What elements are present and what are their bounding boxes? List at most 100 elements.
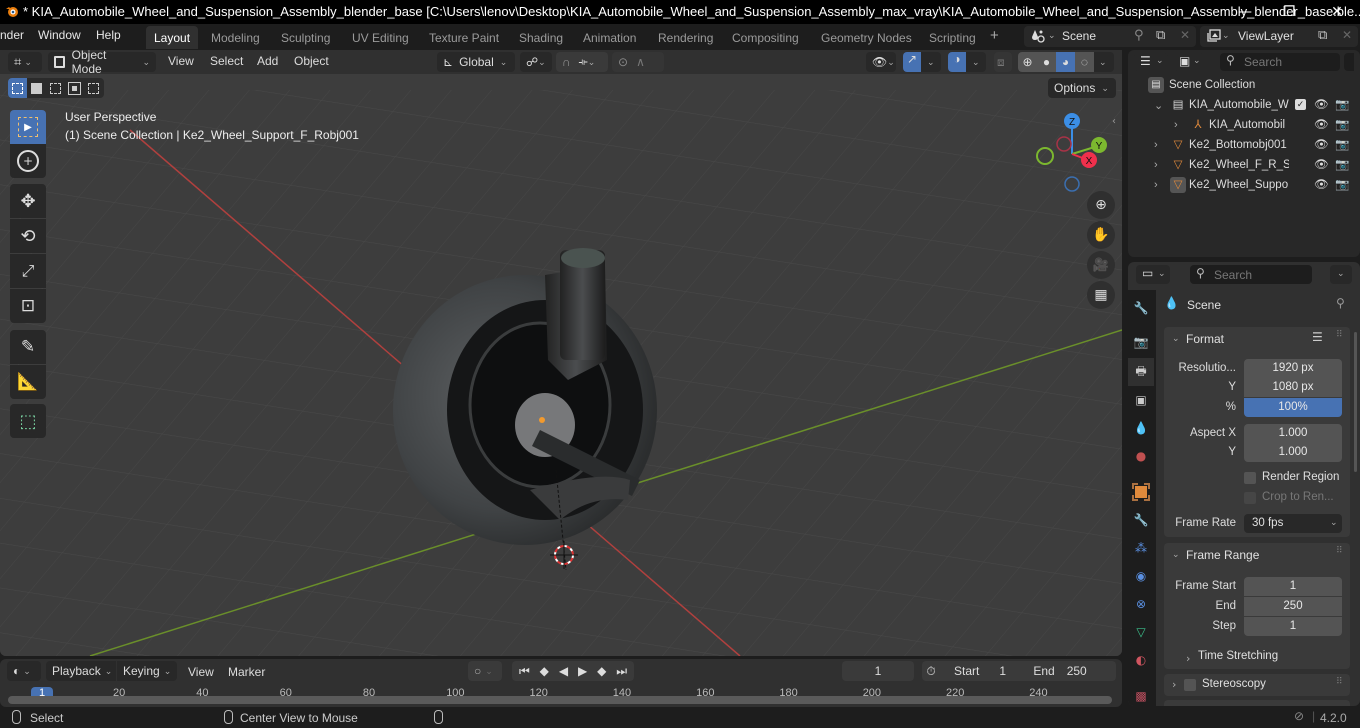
- playback-menu[interactable]: Playback ⌄: [46, 661, 116, 681]
- start-value[interactable]: 1: [999, 664, 1013, 678]
- tab-output[interactable]: 🖶: [1128, 358, 1154, 386]
- stereoscopy-checkbox[interactable]: [1184, 679, 1196, 691]
- prev-keyframe-icon[interactable]: ◆: [540, 664, 549, 678]
- render-region-checkbox[interactable]: [1244, 472, 1256, 484]
- tool-add-cube[interactable]: ⬚: [10, 404, 46, 438]
- gizmo-toggle[interactable]: ↗ ⌄: [903, 52, 941, 72]
- end-label[interactable]: End: [1033, 664, 1054, 678]
- resolution-y-field[interactable]: 1080 px: [1244, 378, 1342, 397]
- outliner-item[interactable]: › ▽ Ke2_Bottomobj001 👁 📷: [1128, 136, 1360, 156]
- solid-shading-icon[interactable]: ●: [1037, 52, 1056, 72]
- tab-tool[interactable]: 🔧: [1128, 294, 1154, 322]
- chevron-right-icon[interactable]: ›: [1174, 119, 1178, 131]
- select-extend-icon[interactable]: [27, 78, 46, 98]
- options-dropdown[interactable]: Options ⌄: [1048, 78, 1116, 98]
- menu-add[interactable]: Add: [257, 54, 278, 68]
- chevron-down-icon[interactable]: ⌄: [1172, 550, 1180, 560]
- minimize-button[interactable]: —: [1222, 0, 1268, 24]
- tab-modeling[interactable]: Modeling: [203, 26, 268, 49]
- eye-icon[interactable]: 👁: [1314, 177, 1329, 191]
- xray-toggle[interactable]: ⧈: [994, 52, 1012, 72]
- auto-keying-toggle[interactable]: ○ ⌄: [468, 661, 502, 681]
- frame-end-field[interactable]: 250: [1244, 597, 1342, 616]
- select-new-icon[interactable]: [8, 78, 27, 98]
- outliner-item[interactable]: › ▽ Ke2_Wheel_F_R_Su 👁 📷: [1128, 156, 1360, 176]
- keying-menu[interactable]: Keying ⌄: [117, 661, 177, 681]
- pivot-point-dropdown[interactable]: ☍ ⌄: [520, 52, 552, 72]
- tab-scripting[interactable]: Scripting: [921, 26, 984, 49]
- tool-annotate[interactable]: ✎: [10, 330, 46, 364]
- transform-orientation-dropdown[interactable]: ⊾ Global ⌄: [437, 52, 515, 72]
- filter-button[interactable]: [1344, 53, 1354, 71]
- visibility-dropdown[interactable]: 👁 ⌄: [866, 52, 896, 72]
- tab-particles[interactable]: ⁂: [1128, 534, 1154, 562]
- wireframe-shading-icon[interactable]: ⊕: [1018, 52, 1037, 72]
- drag-handle-icon[interactable]: ⠿: [1336, 677, 1343, 687]
- tool-select-box[interactable]: ▶: [10, 110, 46, 144]
- chevron-right-icon[interactable]: ›: [1172, 678, 1176, 691]
- tab-layout[interactable]: Layout: [146, 26, 199, 49]
- select-subtract-icon[interactable]: [46, 78, 65, 98]
- format-panel-title[interactable]: Format: [1186, 332, 1224, 346]
- drag-handle-icon[interactable]: ⠿: [1336, 330, 1343, 340]
- tab-uv-editing[interactable]: UV Editing: [344, 26, 417, 49]
- play-icon[interactable]: ▶: [578, 664, 587, 678]
- render-camera-icon[interactable]: 📷: [1335, 157, 1349, 171]
- mode-dropdown[interactable]: Object Mode ⌄: [48, 50, 156, 76]
- tab-modifiers[interactable]: 🔧: [1128, 506, 1154, 534]
- frame-rate-dropdown[interactable]: 30 fps ⌄: [1244, 514, 1342, 533]
- tab-object[interactable]: [1128, 478, 1154, 506]
- tool-scale[interactable]: ⤢: [10, 254, 46, 288]
- tab-geometry-nodes[interactable]: Geometry Nodes: [813, 26, 920, 49]
- tab-material[interactable]: ◐: [1128, 646, 1154, 674]
- resolution-percent-slider[interactable]: 100%: [1244, 398, 1342, 417]
- pin-icon[interactable]: ⚲: [1134, 28, 1144, 43]
- tab-rendering[interactable]: Rendering: [650, 26, 721, 49]
- chevron-right-icon[interactable]: ›: [1154, 179, 1158, 191]
- editor-type-button[interactable]: ⌗ ⌄: [8, 52, 42, 72]
- outliner-root[interactable]: ▤ Scene Collection: [1128, 76, 1360, 96]
- select-invert-icon[interactable]: [65, 78, 84, 98]
- chevron-right-icon[interactable]: ›: [1186, 652, 1190, 665]
- menu-render[interactable]: nder: [0, 28, 24, 42]
- drag-handle-icon[interactable]: ⠿: [1336, 546, 1343, 556]
- tab-sculpting[interactable]: Sculpting: [273, 26, 338, 49]
- zoom-button[interactable]: ⊕: [1087, 191, 1115, 219]
- menu-window[interactable]: Window: [38, 28, 81, 42]
- start-label[interactable]: Start: [954, 664, 979, 678]
- menu-view[interactable]: View: [168, 54, 194, 68]
- timeline-scrollbar[interactable]: [8, 696, 1112, 704]
- properties-search-input[interactable]: ⚲ Search: [1190, 265, 1312, 284]
- tab-world[interactable]: ●: [1128, 442, 1154, 470]
- properties-editor-type[interactable]: ▭ ⌄: [1136, 265, 1170, 284]
- tool-transform[interactable]: ⊡: [10, 289, 46, 323]
- outliner-search-input[interactable]: ⚲ Search: [1220, 53, 1340, 71]
- delete-view-layer-icon[interactable]: ✕: [1342, 28, 1352, 42]
- scene-selector[interactable]: ⌄ Scene ⚲ ⧉ ✕: [1024, 26, 1196, 47]
- time-stretching-subpanel[interactable]: Time Stretching: [1198, 650, 1278, 662]
- menu-object[interactable]: Object: [294, 54, 329, 68]
- eye-icon[interactable]: 👁: [1314, 117, 1329, 131]
- tab-animation[interactable]: Animation: [575, 26, 644, 49]
- end-value[interactable]: 250: [1067, 664, 1087, 678]
- delete-scene-icon[interactable]: ✕: [1180, 28, 1190, 42]
- new-view-layer-icon[interactable]: ⧉: [1318, 28, 1327, 43]
- tool-move[interactable]: ✥: [10, 184, 46, 218]
- jump-end-icon[interactable]: ⏭: [616, 664, 627, 679]
- snap-toggle[interactable]: ∩ ⟛ ⌄: [556, 52, 608, 72]
- tab-view-layer[interactable]: ▣: [1128, 386, 1154, 414]
- render-camera-icon[interactable]: 📷: [1335, 177, 1349, 191]
- render-camera-icon[interactable]: 📷: [1335, 137, 1349, 151]
- tab-render[interactable]: 📷: [1128, 328, 1154, 356]
- timeline-menu-marker[interactable]: Marker: [228, 665, 265, 679]
- tab-constraints[interactable]: ⊗: [1128, 590, 1154, 618]
- play-reverse-icon[interactable]: ◀: [559, 664, 568, 678]
- perspective-toggle-button[interactable]: ▦: [1087, 281, 1115, 309]
- tab-data[interactable]: ▽: [1128, 618, 1154, 646]
- tool-cursor[interactable]: +: [10, 144, 46, 178]
- select-intersect-icon[interactable]: [84, 78, 103, 98]
- render-camera-icon[interactable]: 📷: [1335, 117, 1349, 131]
- scene-name[interactable]: Scene: [1062, 29, 1096, 43]
- aspect-x-field[interactable]: 1.000: [1244, 424, 1342, 443]
- restore-button[interactable]: ❐: [1266, 0, 1312, 24]
